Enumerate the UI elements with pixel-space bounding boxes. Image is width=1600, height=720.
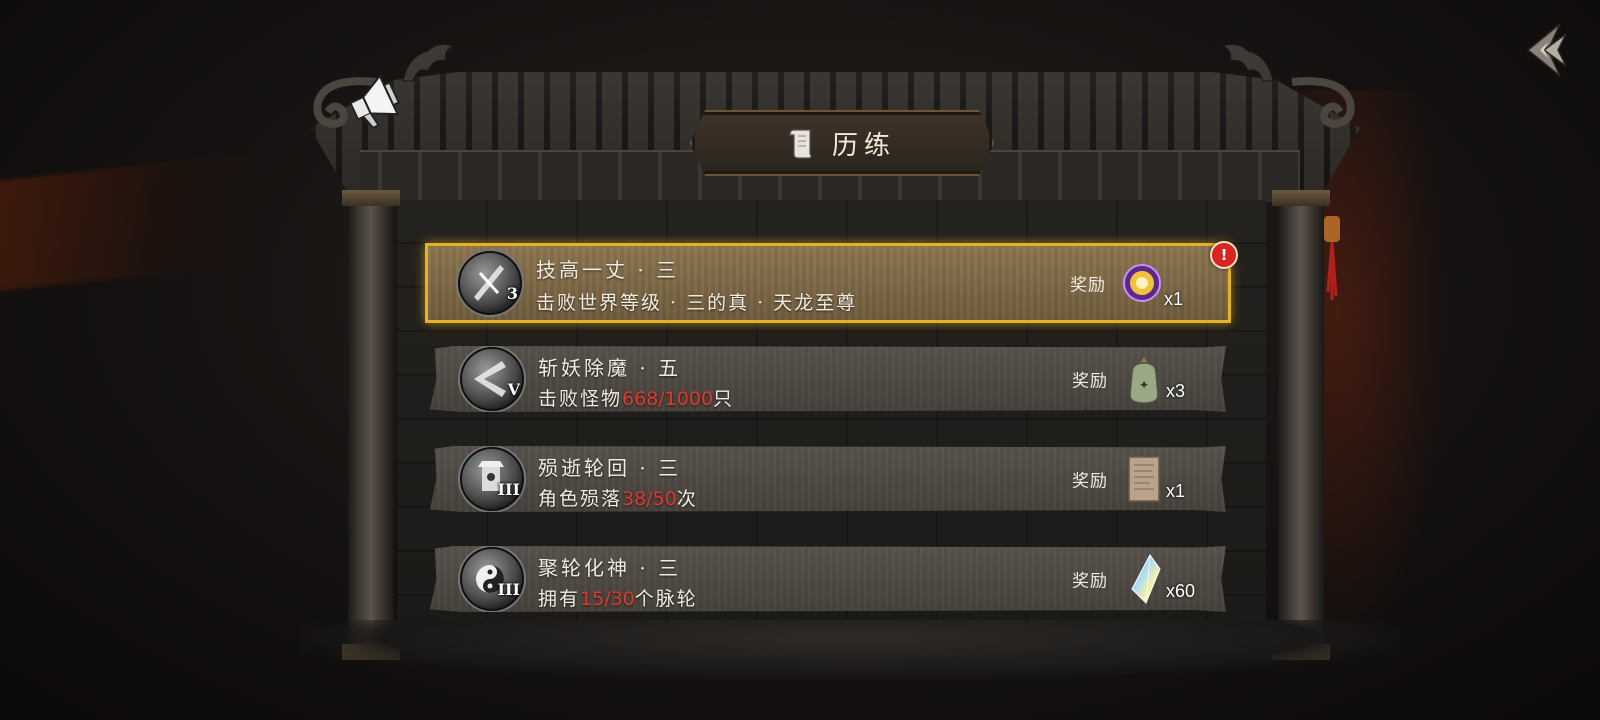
quest-title: 殒逝轮回 · 三 xyxy=(538,456,682,480)
background-glow-left xyxy=(0,153,260,297)
quest-skill-icon: 3 xyxy=(458,251,522,315)
page-title: 历练 xyxy=(831,130,896,161)
shrine-pillar-left xyxy=(342,190,400,660)
title-plaque: 历练 xyxy=(690,110,994,176)
quest-level-numeral: 3 xyxy=(506,284,518,303)
quest-description: 拥有15/30个脉轮 xyxy=(538,588,698,610)
quest-progress: 668/1000 xyxy=(622,388,714,410)
reward-count: x1 xyxy=(1164,289,1184,309)
roof-dragon-ornament-icon xyxy=(402,43,455,82)
scroll-icon xyxy=(789,129,812,159)
reward-label: 奖励 xyxy=(1072,371,1108,392)
reward-count: x60 xyxy=(1166,581,1196,601)
quest-level-numeral: III xyxy=(497,480,520,499)
reward-label: 奖励 xyxy=(1072,571,1108,592)
reward-count: x3 xyxy=(1166,381,1186,401)
reward-label: 奖励 xyxy=(1072,471,1108,492)
golden-orb-icon xyxy=(1123,264,1161,302)
quest-title: 斩妖除魔 · 五 xyxy=(538,356,682,380)
diamond-back-icon[interactable] xyxy=(1518,20,1576,78)
quest-skill-icon: III xyxy=(460,447,524,511)
quest-skill-icon: V xyxy=(460,347,524,411)
quest-description: 角色殒落38/50次 xyxy=(538,488,698,510)
quest-card[interactable]: V 斩妖除魔 · 五 击败怪物668/1000只 奖励 ✦ x3 xyxy=(430,346,1226,412)
quest-card[interactable]: III 殒逝轮回 · 三 角色殒落38/50次 奖励 x1 xyxy=(430,446,1226,512)
svg-text:✦: ✦ xyxy=(1139,378,1149,392)
scroll-page-icon xyxy=(1128,456,1160,502)
reward-label: 奖励 xyxy=(1070,275,1106,296)
quest-card[interactable]: 3 技高一丈 · 三 击败世界等级 · 三的真 · 天龙至尊 奖励 x1 xyxy=(428,246,1228,320)
megaphone-icon[interactable] xyxy=(346,72,406,130)
reward-count: x1 xyxy=(1166,481,1186,501)
quest-level-numeral: III xyxy=(497,580,520,599)
quest-title: 聚轮化神 · 三 xyxy=(538,556,682,580)
quest-level-numeral: V xyxy=(507,380,520,399)
quest-title: 技高一丈 · 三 xyxy=(536,258,680,282)
quest-skill-icon: III xyxy=(460,547,524,611)
alert-badge: ! xyxy=(1210,241,1238,269)
jade-pouch-icon: ✦ xyxy=(1129,357,1159,404)
quest-card[interactable]: III 聚轮化神 · 三 拥有15/30个脉轮 奖励 x60 xyxy=(430,546,1226,612)
rainbow-crystal-icon xyxy=(1131,554,1161,604)
quest-description: 击败世界等级 · 三的真 · 天龙至尊 xyxy=(536,292,858,314)
lantern-icon xyxy=(1324,216,1340,300)
quest-description: 击败怪物668/1000只 xyxy=(538,388,735,410)
quest-progress: 15/30 xyxy=(580,588,635,610)
shrine-base xyxy=(300,620,1400,680)
quest-progress: 38/50 xyxy=(622,488,677,510)
roof-corner-scroll-icon xyxy=(1291,77,1355,129)
roof-dragon-ornament-icon xyxy=(1221,43,1274,82)
